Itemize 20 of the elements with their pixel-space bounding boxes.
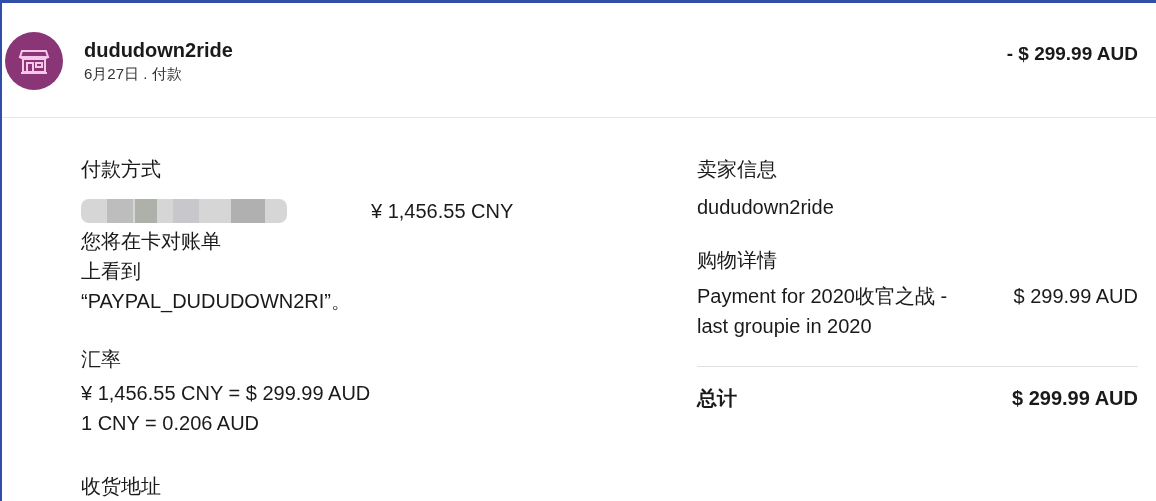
item-amount: $ 299.99 AUD bbox=[1013, 284, 1138, 309]
section-heading: 付款方式 bbox=[81, 157, 162, 182]
total-label: 总计 bbox=[697, 386, 737, 411]
exchange-rate: 1 CNY = 0.206 AUD bbox=[81, 411, 261, 436]
payment-amount: ¥ 1,456.55 CNY bbox=[371, 199, 514, 224]
transaction-date: 6月27日 . 付款 bbox=[84, 64, 183, 84]
section-heading: 卖家信息 bbox=[697, 157, 778, 182]
statement-note: 上看到 bbox=[81, 259, 142, 284]
section-heading: 购物详情 bbox=[697, 248, 778, 273]
total-amount: $ 299.99 AUD bbox=[1012, 386, 1138, 411]
section-heading: 汇率 bbox=[81, 347, 122, 372]
store-icon bbox=[5, 32, 63, 90]
merchant-name: dududown2ride bbox=[84, 38, 233, 63]
section-heading: 收货地址 bbox=[81, 474, 162, 499]
seller-name: dududown2ride bbox=[697, 195, 835, 220]
statement-note: “PAYPAL_DUDUDOWN2RI”。 bbox=[81, 289, 353, 315]
statement-note: 您将在卡对账单 bbox=[81, 229, 222, 254]
item-description: Payment for 2020收官之战 - last groupie in 2020 bbox=[697, 284, 949, 339]
transaction-amount: - $ 299.99 AUD bbox=[1006, 42, 1138, 66]
exchange-rate: ¥ 1,456.55 CNY = $ 299.99 AUD bbox=[81, 381, 372, 406]
